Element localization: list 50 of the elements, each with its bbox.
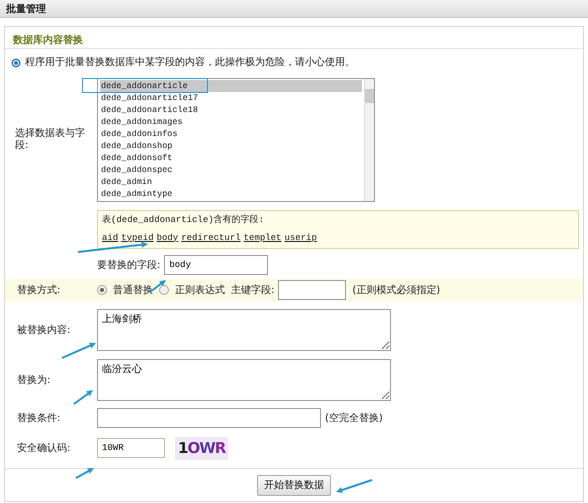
table-listbox[interactable]: dede_addonarticle dede_addonarticle17 dede_addonarticle18 dede_addonimages dede_addoninfos dede_addonshop dede_addonsoft dede_addonspec dede_admin dede_admintype [97,78,375,202]
field-link[interactable]: typeid [121,232,154,242]
radio-button[interactable] [159,285,169,295]
annotation-arrow [336,479,372,493]
table-option[interactable]: dede_addonshop [100,140,362,152]
table-select-label: 选择数据表与字段: [14,128,86,152]
annotation-arrow [62,342,96,359]
mode-label: 替换方式: [16,284,62,298]
section-title: 数据库内容替换 [5,27,583,49]
replace-to-label: 替换为: [16,374,52,388]
field-label: 要替换的字段: [97,258,160,272]
info-icon [11,58,21,68]
fields-caption: 表(dede_addonarticle)含有的字段: [102,214,266,227]
condition-input[interactable] [97,408,321,428]
radio-button[interactable] [97,285,107,295]
field-link[interactable]: redirecturl [181,232,241,242]
table-option[interactable]: dede_addoninfos [100,128,362,140]
notice-text: 程序用于批量替换数据库中某字段的内容，此操作极为危险，请小心使用。 [25,56,355,70]
table-option[interactable]: dede_addonsoft [100,152,362,164]
radio-label: 普通替换 [113,284,153,298]
field-link[interactable]: userip [284,232,317,242]
radio-label: 正则表达式 [175,284,225,298]
captcha-input[interactable]: 10WR [97,438,165,458]
mode-hint: (正则模式必须指定) [352,284,440,298]
key-field-input[interactable] [278,280,346,300]
table-option[interactable]: dede_addonimages [100,116,362,128]
annotation-arrow [78,242,148,253]
table-option[interactable]: dede_admin [100,176,362,188]
condition-hint: (空完全替换) [325,412,383,426]
table-option[interactable]: dede_addonarticle [100,80,362,92]
condition-label: 替换条件: [16,412,62,426]
field-link[interactable]: body [156,232,178,242]
key-field-label: 主键字段: [231,284,274,298]
submit-button[interactable]: 开始替换数据 [257,474,331,496]
replace-from-label: 被替换内容: [16,324,72,338]
field-input[interactable]: body [164,255,268,275]
annotation-arrow [76,468,94,479]
page-title: 批量管理 [0,0,588,18]
table-option[interactable]: dede_addonarticle18 [100,104,362,116]
captcha-label: 安全确认码: [16,442,72,456]
scrollbar-thumb[interactable] [365,89,374,103]
table-option[interactable]: dede_addonarticle17 [100,92,362,104]
annotation-arrow [73,390,93,405]
table-option[interactable]: dede_addonspec [100,164,362,176]
captcha-image: 1OWR [175,437,228,460]
field-link[interactable]: aid [102,232,118,242]
replace-from-textarea[interactable]: 上海剑桥 [97,309,391,351]
replace-to-textarea[interactable]: 临汾云心 [97,359,391,401]
field-link[interactable]: templet [244,232,282,242]
table-option[interactable]: dede_admintype [100,188,362,200]
